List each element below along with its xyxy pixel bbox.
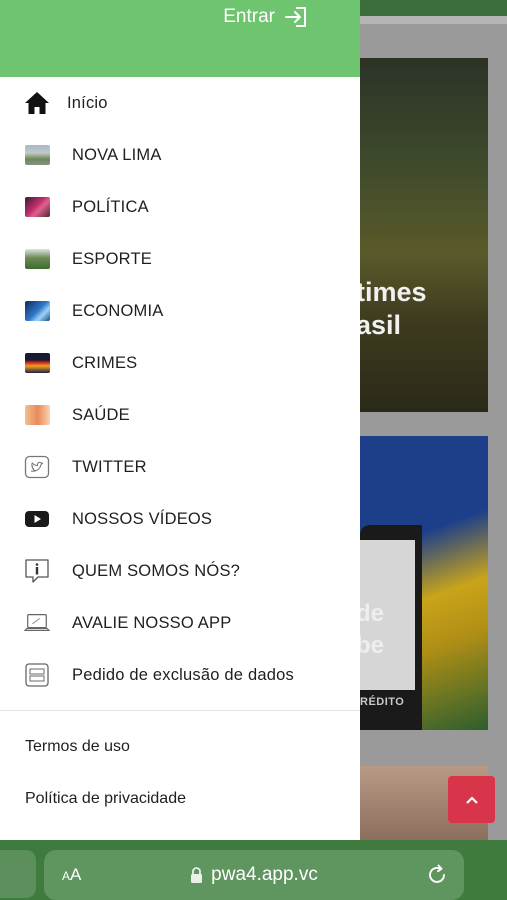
lock-icon bbox=[191, 866, 203, 883]
drawer-menu: Início NOVA LIMA POLÍTICA ESPORTE ECONOM… bbox=[0, 77, 360, 701]
twitter-icon bbox=[24, 455, 50, 479]
menu-item-label: TWITTER bbox=[72, 457, 147, 476]
menu-item-label: ECONOMIA bbox=[72, 301, 164, 320]
menu-item-nova-lima[interactable]: NOVA LIMA bbox=[0, 129, 360, 181]
menu-item-esporte[interactable]: ESPORTE bbox=[0, 233, 360, 285]
menu-item-nossos-videos[interactable]: NOSSOS VÍDEOS bbox=[0, 493, 360, 545]
terms-of-use-link[interactable]: Termos de uso bbox=[0, 721, 360, 773]
news-card-title-2: de be bbox=[356, 600, 385, 659]
crimes-thumb-icon bbox=[24, 352, 50, 374]
side-drawer: Entrar Início NOVA LIMA POLÍTICA ESPORTE… bbox=[0, 0, 360, 840]
menu-item-label: NOVA LIMA bbox=[72, 145, 162, 164]
menu-item-label: Início bbox=[67, 93, 108, 112]
menu-item-label: Pedido de exclusão de dados bbox=[72, 665, 294, 684]
info-icon bbox=[24, 559, 50, 583]
home-icon bbox=[24, 92, 50, 114]
menu-item-economia[interactable]: ECONOMIA bbox=[0, 285, 360, 337]
youtube-icon bbox=[24, 508, 50, 530]
drawer-header: Entrar bbox=[0, 0, 360, 77]
news-card-credit: RÉDITO bbox=[360, 696, 405, 708]
esporte-thumb-icon bbox=[24, 248, 50, 270]
menu-item-quem-somos[interactable]: QUEM SOMOS NÓS? bbox=[0, 545, 360, 597]
privacy-policy-link[interactable]: Política de privacidade bbox=[0, 773, 360, 825]
nova-lima-thumb-icon bbox=[24, 144, 50, 166]
news-card-title-1: times asil bbox=[356, 277, 427, 340]
menu-item-crimes[interactable]: CRIMES bbox=[0, 337, 360, 389]
news-card-image-1[interactable] bbox=[360, 58, 488, 412]
menu-item-label: CRIMES bbox=[72, 353, 138, 372]
reload-icon[interactable] bbox=[426, 864, 448, 886]
menu-item-label: NOSSOS VÍDEOS bbox=[72, 509, 213, 528]
previous-tab-edge[interactable] bbox=[0, 850, 36, 898]
menu-item-label: SAÚDE bbox=[72, 405, 130, 424]
menu-item-politica[interactable]: POLÍTICA bbox=[0, 181, 360, 233]
chevron-up-icon bbox=[465, 795, 478, 804]
laptop-icon bbox=[24, 612, 50, 634]
address-bar[interactable]: AA pwa4.app.vc bbox=[44, 850, 464, 900]
login-label: Entrar bbox=[223, 6, 275, 27]
menu-item-inicio[interactable]: Início bbox=[0, 77, 360, 129]
menu-item-exclusao-dados[interactable]: Pedido de exclusão de dados bbox=[0, 649, 360, 701]
politica-thumb-icon bbox=[24, 196, 50, 218]
economia-thumb-icon bbox=[24, 300, 50, 322]
background-top-bar bbox=[360, 0, 507, 16]
menu-divider bbox=[0, 710, 360, 711]
menu-item-label: QUEM SOMOS NÓS? bbox=[72, 561, 241, 580]
menu-item-saude[interactable]: SAÚDE bbox=[0, 389, 360, 441]
menu-item-label: POLÍTICA bbox=[72, 197, 149, 216]
data-form-icon bbox=[24, 663, 50, 687]
menu-item-label: AVALIE NOSSO APP bbox=[72, 613, 232, 632]
menu-item-label: ESPORTE bbox=[72, 249, 152, 268]
saude-thumb-icon bbox=[24, 404, 50, 426]
url-text: pwa4.app.vc bbox=[211, 864, 318, 885]
url-display[interactable]: pwa4.app.vc bbox=[44, 864, 464, 886]
menu-item-twitter[interactable]: TWITTER bbox=[0, 441, 360, 493]
menu-item-avalie-app[interactable]: AVALIE NOSSO APP bbox=[0, 597, 360, 649]
background-strip bbox=[360, 16, 507, 24]
login-icon bbox=[285, 7, 306, 27]
login-button[interactable]: Entrar bbox=[223, 6, 308, 28]
scroll-to-top-button[interactable] bbox=[448, 776, 495, 823]
